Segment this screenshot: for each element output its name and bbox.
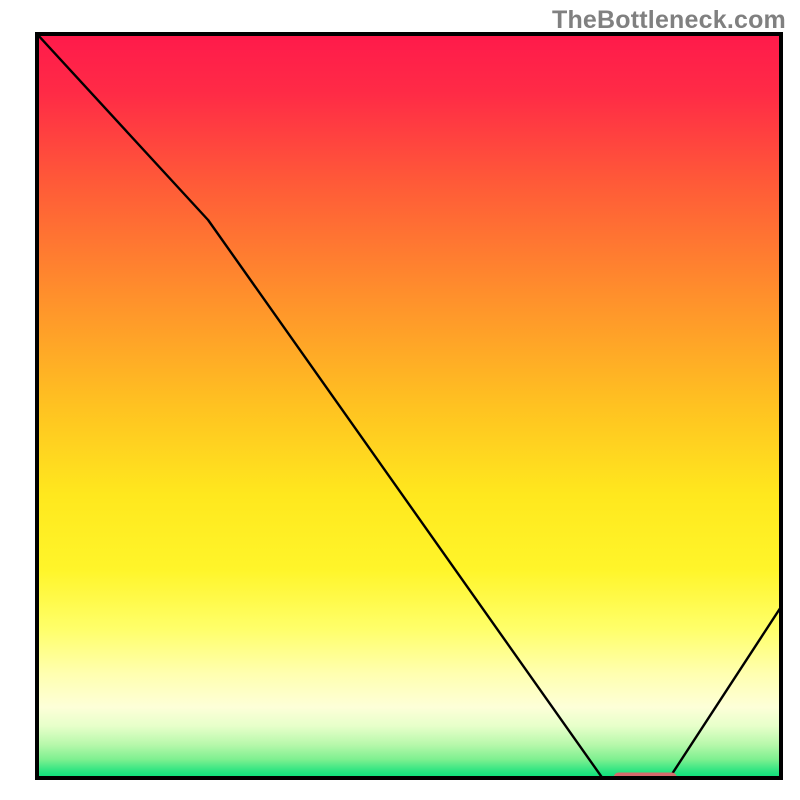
watermark-text: TheBottleneck.com [552, 6, 786, 35]
chart-container: TheBottleneck.com [0, 0, 800, 800]
plot-background [37, 34, 781, 778]
bottleneck-chart [0, 0, 800, 800]
